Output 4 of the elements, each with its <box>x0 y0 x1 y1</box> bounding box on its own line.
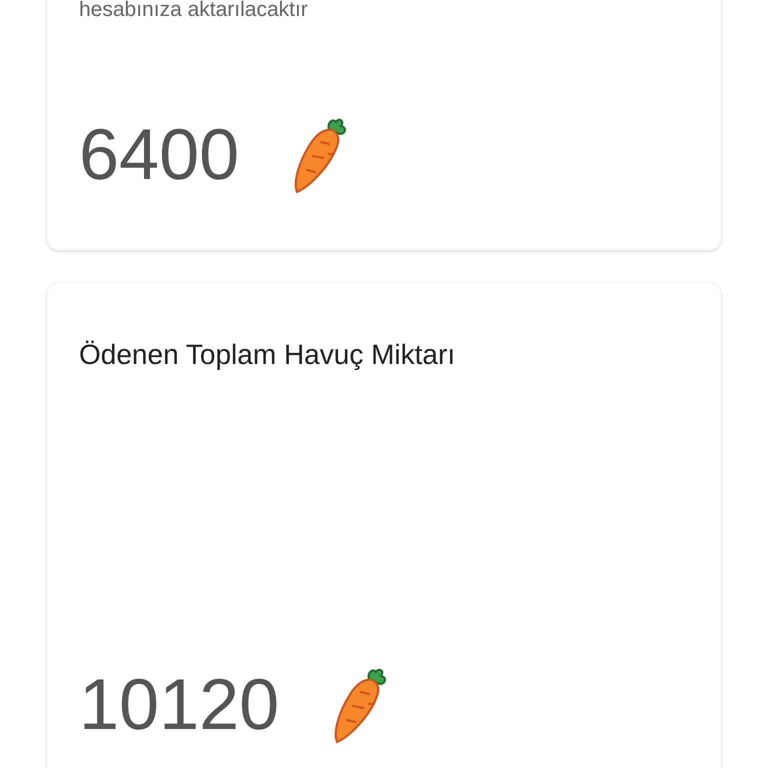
carrot-amount: 10120 <box>79 669 280 741</box>
card-note: hesabınıza aktarılacaktır <box>79 0 309 22</box>
carrot-amount: 6400 <box>79 119 240 191</box>
card-title: Ödenen Toplam Havuç Miktarı <box>79 338 456 372</box>
